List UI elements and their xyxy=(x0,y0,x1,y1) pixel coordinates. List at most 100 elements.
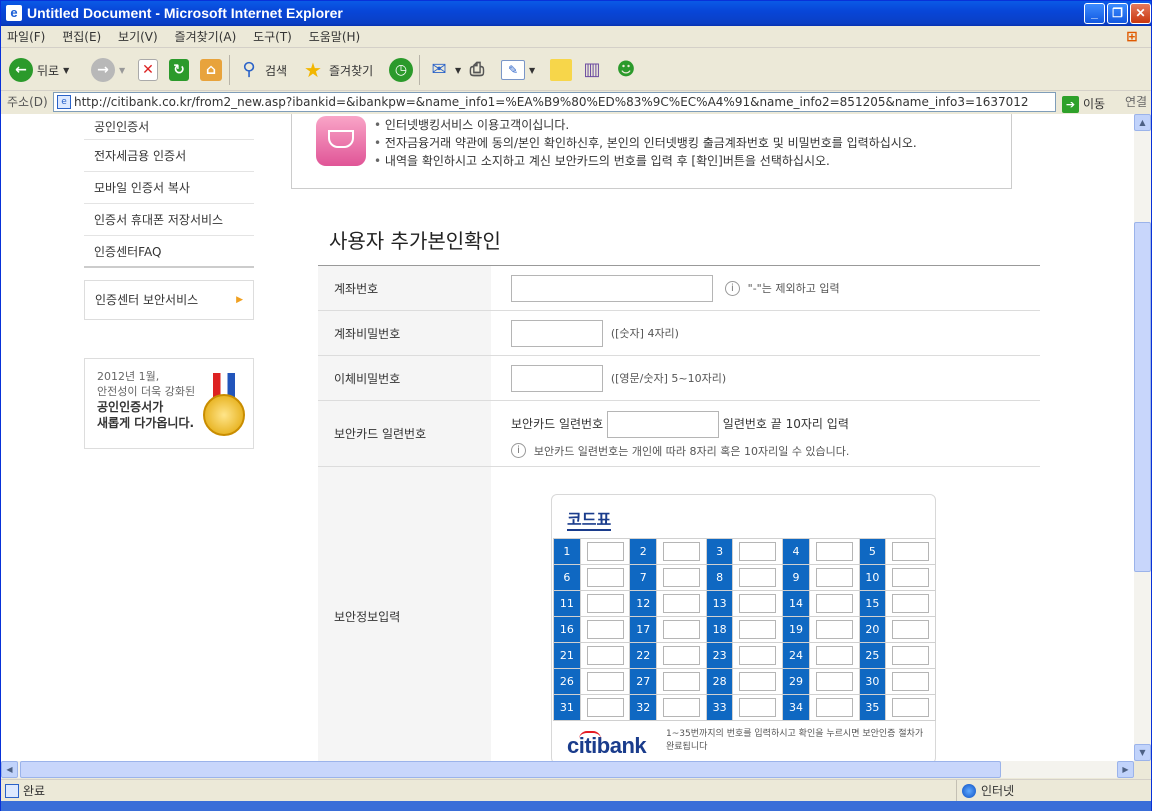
favorites-button[interactable]: ★ 즐겨찾기 xyxy=(301,56,373,84)
account-pw-hint: ([숫자] 4자리) xyxy=(610,327,679,340)
code-input[interactable] xyxy=(892,568,930,587)
sidebar-item-faq[interactable]: 인증센터FAQ xyxy=(84,236,254,268)
note-icon xyxy=(550,59,572,81)
code-input[interactable] xyxy=(815,620,853,639)
code-input[interactable] xyxy=(739,646,777,665)
code-grid-row: 1 2 3 4 5 xyxy=(553,538,936,565)
horizontal-scroll-thumb[interactable] xyxy=(20,761,1001,778)
sidebar-item-phone-storage[interactable]: 인증서 휴대폰 저장서비스 xyxy=(84,204,254,236)
code-input[interactable] xyxy=(892,542,930,561)
search-button[interactable]: ⚲ 검색 xyxy=(237,56,287,84)
menu-view[interactable]: 보기(V) xyxy=(112,26,165,48)
menu-tools[interactable]: 도구(T) xyxy=(247,26,299,48)
code-input[interactable] xyxy=(739,698,777,717)
code-input[interactable] xyxy=(815,698,853,717)
stop-button[interactable]: ✕ xyxy=(138,56,158,84)
account-pw-label: 계좌비밀번호 xyxy=(318,310,491,356)
transfer-pw-input[interactable] xyxy=(511,364,603,392)
vertical-scrollbar[interactable]: ▲ ▼ xyxy=(1134,114,1151,761)
code-cell xyxy=(656,668,707,695)
code-cell xyxy=(579,590,631,617)
minimize-button[interactable]: _ xyxy=(1084,3,1105,24)
code-input[interactable] xyxy=(662,672,700,691)
code-cell xyxy=(808,590,860,617)
mail-button[interactable]: ✉ ▼ xyxy=(427,56,461,84)
code-input[interactable] xyxy=(586,620,624,639)
code-input[interactable] xyxy=(892,646,930,665)
code-input[interactable] xyxy=(586,646,624,665)
horizontal-scrollbar[interactable]: ◀ ▶ xyxy=(1,761,1134,778)
code-input[interactable] xyxy=(892,672,930,691)
code-input[interactable] xyxy=(586,672,624,691)
sidebar-item-certificate[interactable]: 공인인증서 xyxy=(84,114,254,140)
code-input[interactable] xyxy=(892,594,930,613)
certificate-banner[interactable]: 2012년 1월, 안전성이 더욱 강화된 공인인증서가 새롭게 다가옵니다. xyxy=(84,358,254,449)
vertical-scroll-thumb[interactable] xyxy=(1134,222,1151,572)
scroll-down-icon[interactable]: ▼ xyxy=(1134,744,1151,761)
code-input[interactable] xyxy=(892,698,930,717)
scroll-left-icon[interactable]: ◀ xyxy=(1,761,18,778)
code-grid-row: 31 32 33 34 35 xyxy=(553,694,936,721)
discuss-button[interactable] xyxy=(550,56,572,84)
code-input[interactable] xyxy=(815,568,853,587)
windows-logo-icon: ⊞ xyxy=(1126,29,1138,45)
home-button[interactable]: ⌂ xyxy=(200,56,222,84)
sidebar-security-service[interactable]: 인증센터 보안서비스 ▶ xyxy=(84,280,254,320)
code-input[interactable] xyxy=(586,568,624,587)
forward-button[interactable]: → ▼ xyxy=(91,56,125,84)
code-number: 26 xyxy=(553,668,581,695)
code-input[interactable] xyxy=(662,542,700,561)
code-input[interactable] xyxy=(815,646,853,665)
code-cell xyxy=(885,538,936,565)
back-button[interactable]: ← 뒤로 ▼ xyxy=(9,56,69,84)
search-label: 검색 xyxy=(265,63,288,78)
maximize-button[interactable]: ❐ xyxy=(1107,3,1128,24)
code-input[interactable] xyxy=(586,698,624,717)
account-input[interactable] xyxy=(511,274,713,302)
address-input[interactable]: e http://citibank.co.kr/from2_new.asp?ib… xyxy=(53,92,1056,112)
code-input[interactable] xyxy=(662,620,700,639)
scroll-up-icon[interactable]: ▲ xyxy=(1134,114,1151,131)
refresh-button[interactable]: ↻ xyxy=(169,56,189,84)
code-input[interactable] xyxy=(739,620,777,639)
code-input[interactable] xyxy=(815,542,853,561)
card-serial-input[interactable] xyxy=(606,410,719,438)
code-cell xyxy=(656,694,707,721)
back-arrow-icon: ← xyxy=(9,58,33,82)
sidebar-item-mobile-copy[interactable]: 모바일 인증서 복사 xyxy=(84,172,254,204)
code-input[interactable] xyxy=(815,594,853,613)
menu-favorites[interactable]: 즐겨찾기(A) xyxy=(169,26,244,48)
scroll-right-icon[interactable]: ▶ xyxy=(1117,761,1134,778)
code-number: 25 xyxy=(858,642,887,669)
print-button[interactable]: ⎙ xyxy=(465,56,489,84)
go-button[interactable]: ➔ 이동 xyxy=(1062,93,1105,115)
code-input[interactable] xyxy=(586,542,624,561)
history-button[interactable]: ◷ xyxy=(389,56,413,84)
code-input[interactable] xyxy=(739,594,777,613)
code-input[interactable] xyxy=(739,568,777,587)
account-pw-input[interactable] xyxy=(511,319,603,347)
form-value: i "-"는 제외하고 입력 xyxy=(491,265,1040,311)
menu-edit[interactable]: 편집(E) xyxy=(56,26,108,48)
code-input[interactable] xyxy=(662,646,700,665)
code-input[interactable] xyxy=(586,594,624,613)
menu-file[interactable]: 파일(F) xyxy=(1,26,52,48)
code-number: 3 xyxy=(705,538,734,565)
code-input[interactable] xyxy=(739,672,777,691)
links-button[interactable]: 연결 xyxy=(1125,91,1147,113)
code-number: 16 xyxy=(553,616,581,643)
messenger-button[interactable]: ☻ xyxy=(614,56,638,84)
code-input[interactable] xyxy=(662,698,700,717)
close-button[interactable]: ✕ xyxy=(1130,3,1151,24)
code-input[interactable] xyxy=(662,594,700,613)
code-input[interactable] xyxy=(739,542,777,561)
chevron-down-icon: ▼ xyxy=(119,65,126,75)
notice-item: 인터넷뱅킹서비스 이용고객이십니다. xyxy=(374,116,917,134)
code-input[interactable] xyxy=(815,672,853,691)
code-input[interactable] xyxy=(892,620,930,639)
code-input[interactable] xyxy=(662,568,700,587)
research-button[interactable]: ▥ xyxy=(580,56,604,84)
edit-button[interactable]: ✎ ▼ xyxy=(501,56,535,84)
sidebar-item-tax-certificate[interactable]: 전자세금용 인증서 xyxy=(84,140,254,172)
menu-help[interactable]: 도움말(H) xyxy=(303,26,368,48)
